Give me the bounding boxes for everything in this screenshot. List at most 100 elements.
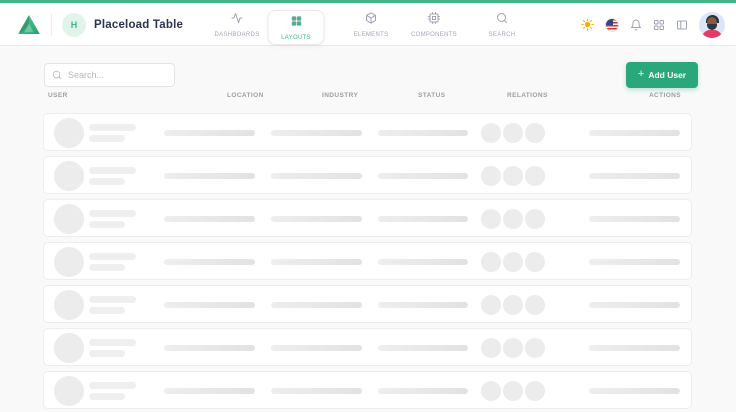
flag-canton	[606, 19, 613, 25]
nav-item-layouts[interactable]: LAYOUTS	[268, 10, 325, 45]
subtitle-placeholder	[89, 178, 125, 185]
header-actions	[581, 3, 725, 46]
relation-placeholder	[525, 123, 545, 143]
subtitle-placeholder	[89, 307, 125, 314]
subtitle-placeholder	[89, 221, 125, 228]
app-initial-badge: H	[62, 13, 86, 37]
sun-icon[interactable]	[581, 18, 594, 31]
relation-placeholder	[503, 209, 523, 229]
relation-placeholder	[503, 123, 523, 143]
relation-placeholder	[481, 338, 501, 358]
industry-placeholder	[271, 302, 362, 308]
triangle-logo-icon[interactable]	[18, 15, 40, 34]
relation-placeholder	[481, 166, 501, 186]
relation-placeholder	[525, 381, 545, 401]
apps-grid-icon[interactable]	[653, 19, 665, 31]
grid-squares-icon	[290, 14, 302, 32]
name-placeholder	[89, 124, 136, 131]
location-placeholder	[164, 259, 255, 265]
add-user-button[interactable]: + Add User	[626, 62, 698, 88]
brand-divider	[51, 14, 52, 36]
panel-icon[interactable]	[676, 19, 688, 31]
relation-placeholder	[481, 295, 501, 315]
actions-placeholder	[589, 388, 680, 394]
name-placeholder	[89, 210, 136, 217]
subtitle-placeholder	[89, 135, 125, 142]
column-header-actions: ACTIONS	[649, 92, 681, 99]
name-placeholder	[89, 382, 136, 389]
cpu-icon	[428, 11, 440, 29]
actions-placeholder	[589, 259, 680, 265]
table-row-placeholder	[43, 328, 692, 366]
avatar-shirt	[702, 30, 722, 38]
table-row-placeholder	[43, 113, 692, 151]
table-row-placeholder	[43, 199, 692, 237]
relation-placeholder	[481, 381, 501, 401]
name-placeholder	[89, 296, 136, 303]
subtitle-placeholder	[89, 350, 125, 357]
status-placeholder	[378, 259, 468, 265]
relation-placeholder	[503, 252, 523, 272]
status-placeholder	[378, 173, 468, 179]
industry-placeholder	[271, 345, 362, 351]
table-row-placeholder	[43, 371, 692, 409]
actions-placeholder	[589, 216, 680, 222]
industry-placeholder	[271, 173, 362, 179]
search-icon	[52, 70, 62, 80]
status-placeholder	[378, 130, 468, 136]
nav-item-search[interactable]: SEARCH	[466, 3, 538, 46]
name-placeholder	[89, 167, 136, 174]
table-row-placeholder	[43, 285, 692, 323]
column-header-location: LOCATION	[227, 92, 264, 99]
nav-item-dashboards[interactable]: DASHBOARDS	[201, 3, 273, 46]
nav-item-components[interactable]: COMPONENTS	[398, 3, 470, 46]
table-row-placeholder	[43, 156, 692, 194]
avatar-placeholder	[54, 204, 84, 234]
industry-placeholder	[271, 388, 362, 394]
relation-placeholder	[503, 381, 523, 401]
status-placeholder	[378, 345, 468, 351]
bell-icon[interactable]	[630, 19, 642, 31]
name-placeholder	[89, 253, 136, 260]
us-flag-icon[interactable]	[605, 18, 619, 32]
nav-item-label: LAYOUTS	[281, 35, 311, 41]
industry-placeholder	[271, 216, 362, 222]
column-header-relations: RELATIONS	[507, 92, 548, 99]
brand-area: H Placeload Table	[18, 3, 183, 46]
location-placeholder	[164, 345, 255, 351]
actions-placeholder	[589, 302, 680, 308]
relation-placeholder	[525, 295, 545, 315]
nav-item-elements[interactable]: ELEMENTS	[335, 3, 407, 46]
table-row-placeholder	[43, 242, 692, 280]
status-placeholder	[378, 302, 468, 308]
relation-placeholder	[525, 338, 545, 358]
relation-placeholder	[503, 295, 523, 315]
relation-placeholder	[525, 209, 545, 229]
location-placeholder	[164, 216, 255, 222]
avatar-placeholder	[54, 376, 84, 406]
column-header-status: STATUS	[418, 92, 445, 99]
actions-placeholder	[589, 345, 680, 351]
search-input[interactable]	[68, 70, 167, 80]
relation-placeholder	[503, 338, 523, 358]
location-placeholder	[164, 302, 255, 308]
industry-placeholder	[271, 259, 362, 265]
column-header-user: USER	[48, 92, 68, 99]
subtitle-placeholder	[89, 393, 125, 400]
location-placeholder	[164, 173, 255, 179]
avatar-placeholder	[54, 247, 84, 277]
user-avatar[interactable]	[699, 12, 725, 38]
table-body	[43, 113, 692, 412]
location-placeholder	[164, 130, 255, 136]
table-header: USER LOCATION INDUSTRY STATUS RELATIONS …	[43, 92, 692, 108]
avatar-placeholder	[54, 118, 84, 148]
status-placeholder	[378, 388, 468, 394]
relation-placeholder	[481, 123, 501, 143]
relation-placeholder	[481, 252, 501, 272]
activity-icon	[231, 11, 243, 29]
relation-placeholder	[481, 209, 501, 229]
app-header: H Placeload Table DASHBOARDS LAYOUTS ELE…	[0, 3, 736, 46]
column-header-industry: INDUSTRY	[322, 92, 358, 99]
industry-placeholder	[271, 130, 362, 136]
avatar-placeholder	[54, 161, 84, 191]
